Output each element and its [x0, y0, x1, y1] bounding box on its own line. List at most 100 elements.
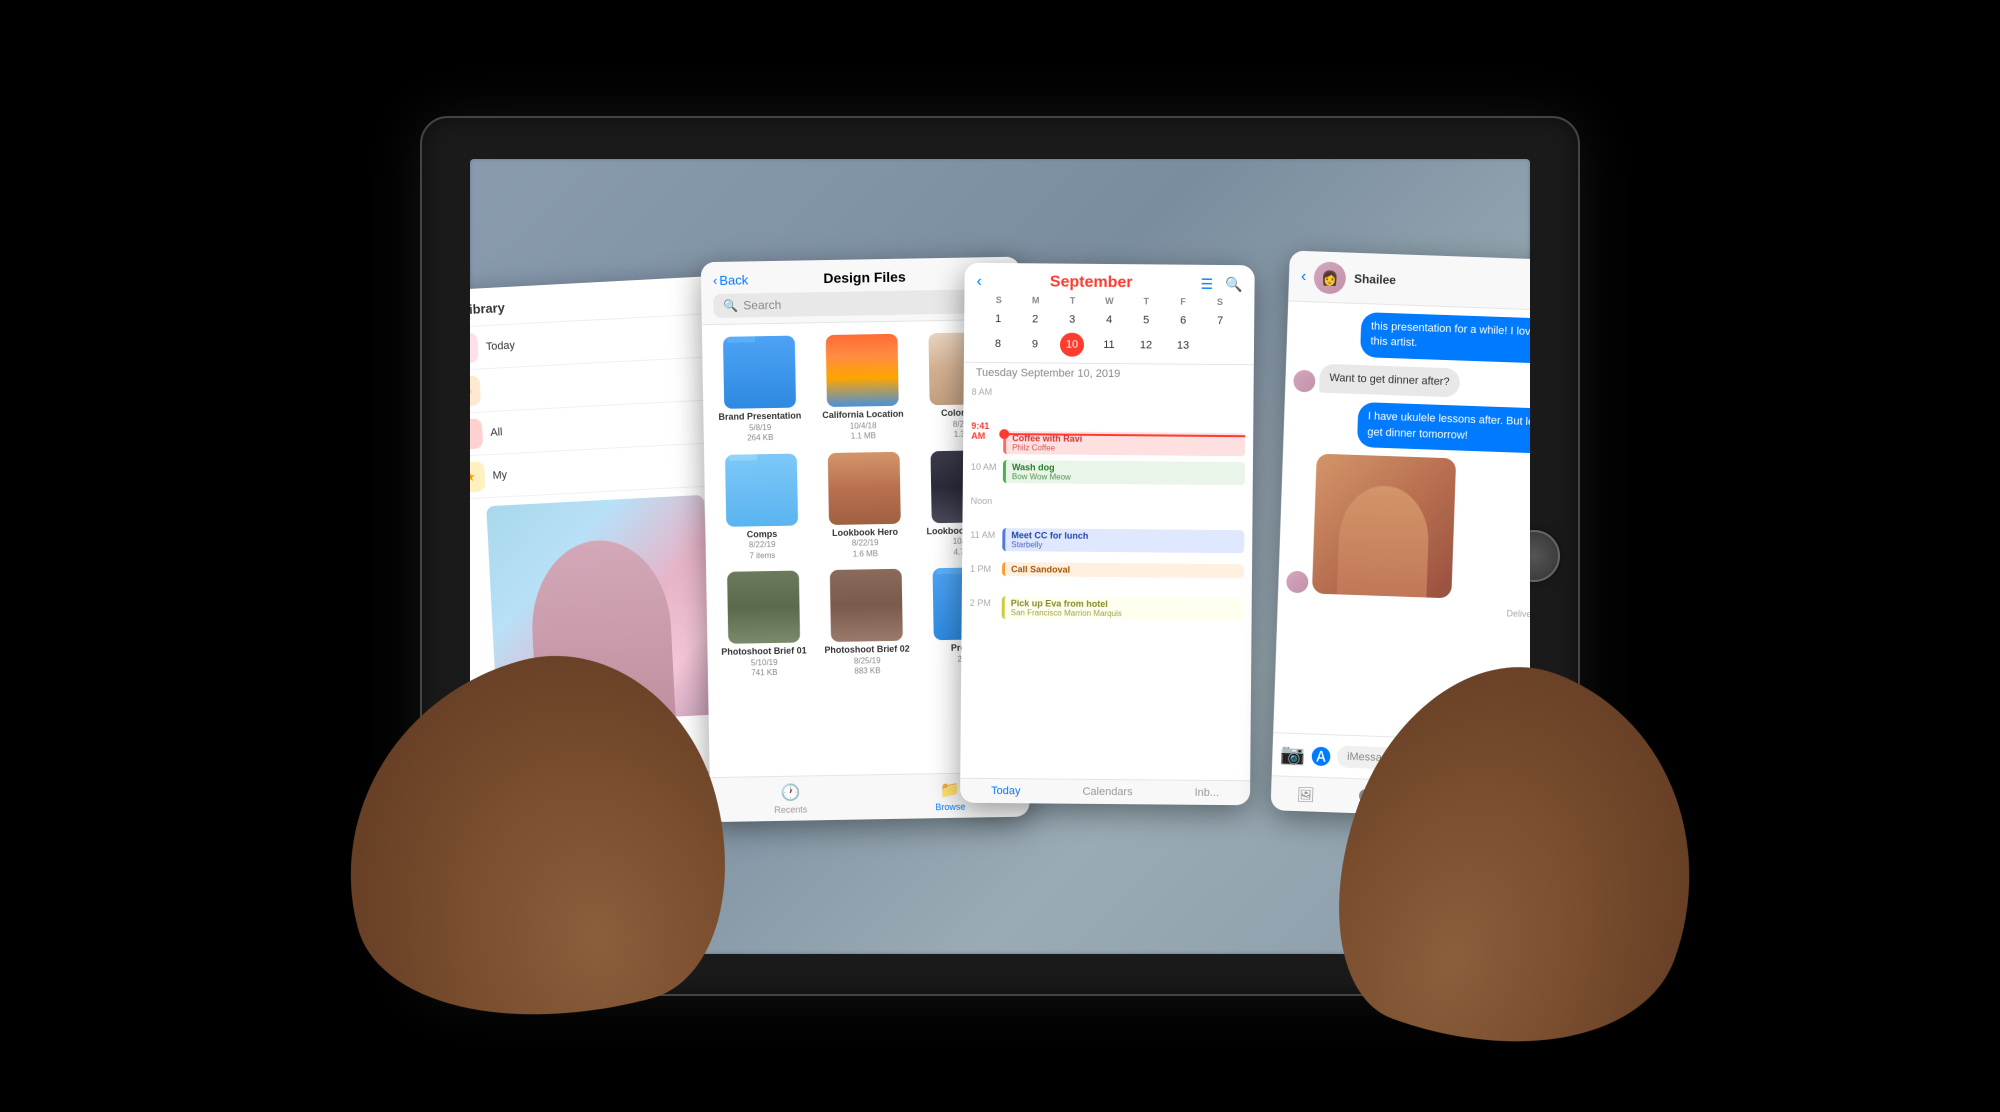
- music-all-label: All: [490, 426, 503, 439]
- cal-day-13[interactable]: 13: [1171, 333, 1195, 357]
- msg-sent-1-text: this presentation for a while! I love th…: [1370, 320, 1530, 349]
- cal-time-row-noon: Noon: [962, 491, 1252, 528]
- ipad-frame: ♫ Music ‹ Library ♫ Today: [420, 116, 1580, 996]
- cal-day-7[interactable]: 7: [1208, 308, 1232, 332]
- msg-recv-image: [1312, 453, 1456, 598]
- files-back-label: Back: [719, 271, 748, 287]
- msg-image-figure: [1337, 484, 1430, 597]
- messages-contact-info: Shailee: [1354, 271, 1530, 292]
- cal-day-6[interactable]: 6: [1171, 308, 1195, 332]
- cal-day-11[interactable]: 11: [1097, 332, 1121, 356]
- cal-event-sandoval[interactable]: Call Sandoval: [1002, 562, 1244, 578]
- msg-recv-1-text: Want to get dinner after?: [1329, 371, 1450, 387]
- messages-delivered-label: Delivered: [1285, 600, 1530, 619]
- calendar-nav: ‹ September ☰ 🔍: [976, 272, 1242, 292]
- cal-time-row-941: 9:41 AM Coffee with Ravi Philz Coffee: [963, 416, 1253, 460]
- cal-tab-inbox[interactable]: Inb...: [1195, 786, 1220, 798]
- cal-event-lunch[interactable]: Meet CC for lunch Starbelly: [1002, 528, 1244, 553]
- messages-back-button[interactable]: ‹: [1301, 267, 1307, 285]
- msg-sent-1: this presentation for a while! I love th…: [1360, 312, 1530, 364]
- music-header-title: Library: [470, 300, 505, 317]
- cal-time-1pm: 1 PM: [970, 561, 1002, 573]
- files-item-photoshoot-01[interactable]: Photoshoot Brief 01 5/10/19741 KB: [712, 566, 815, 683]
- calendar-month-title: September: [1050, 273, 1133, 292]
- music-radio-icon: ◉: [470, 375, 481, 407]
- cal-day-10-today[interactable]: 10: [1060, 332, 1084, 356]
- calendar-back-button[interactable]: ‹: [976, 272, 981, 290]
- files-item-meta-photoshoot-02: 8/25/19883 KB: [825, 655, 911, 677]
- files-item-name-brand: Brand Presentation: [718, 410, 801, 422]
- music-label-text: Music: [470, 275, 496, 276]
- cal-time-noon: Noon: [971, 493, 1003, 505]
- files-title: Design Files: [823, 268, 906, 285]
- files-item-meta-photoshoot-01: 5/10/19741 KB: [721, 657, 807, 679]
- cal-event-coffee-sub: Philz Coffee: [1012, 443, 1239, 454]
- cal-day-4[interactable]: 4: [1097, 307, 1121, 331]
- files-item-meta-california: 10/4/181.1 MB: [822, 420, 904, 442]
- msg-sent-2-wrap: I have ukulele lessons after. But let's …: [1291, 399, 1530, 453]
- files-thumb-lookbook-hero: [828, 451, 901, 524]
- msg-recv-1-wrap: Want to get dinner after?: [1293, 362, 1530, 401]
- msg-recv-avatar-1: [1293, 369, 1316, 392]
- cal-day-8[interactable]: 8: [986, 331, 1010, 355]
- music-my-label: My: [492, 469, 507, 482]
- cal-tab-today[interactable]: Today: [991, 785, 1020, 797]
- calendar-app-card[interactable]: 10 Calendar Today ‹ September ☰: [960, 262, 1255, 805]
- calendar-header: ‹ September ☰ 🔍 S M T W T: [964, 262, 1255, 365]
- files-item-name-photoshoot-02: Photoshoot Brief 02: [824, 643, 909, 655]
- cal-time-2pm: 2 PM: [970, 595, 1002, 607]
- cal-event-dog[interactable]: Wash dog Bow Wow Meow: [1003, 460, 1245, 485]
- calendar-date-label: Tuesday September 10, 2019: [964, 362, 1254, 385]
- messages-photos-icon[interactable]: 🖼: [1297, 785, 1315, 803]
- cal-day-5[interactable]: 5: [1134, 308, 1158, 332]
- files-tab-recents[interactable]: 🕐 Recents: [774, 782, 808, 815]
- files-recents-label: Recents: [774, 804, 807, 815]
- files-recents-icon: 🕐: [780, 782, 800, 802]
- music-today-label: Today: [486, 339, 516, 353]
- msg-recv-image-wrap: [1286, 452, 1530, 601]
- msg-recv-avatar-2: [1286, 570, 1309, 593]
- calendar-list-icon[interactable]: ☰: [1200, 275, 1213, 292]
- music-app-title: Music: [470, 275, 496, 276]
- files-item-lookbook-hero[interactable]: Lookbook Hero 8/22/191.6 MB: [813, 447, 916, 564]
- files-item-photoshoot-02[interactable]: Photoshoot Brief 02 8/25/19883 KB: [815, 564, 918, 681]
- files-item-california[interactable]: California Location 10/4/181.1 MB: [811, 329, 914, 446]
- messages-contact-name: Shailee: [1354, 271, 1530, 292]
- cal-day-header-m: M: [1017, 295, 1054, 305]
- avatar-emoji: 👩: [1321, 269, 1339, 287]
- cal-time-row-10am: 10 AM Wash dog Bow Wow Meow: [963, 457, 1253, 494]
- cal-time-11am: 11 AM: [970, 527, 1002, 539]
- files-thumb-california: [826, 333, 899, 406]
- files-back-button[interactable]: ‹ Back: [713, 271, 748, 287]
- cal-event-lunch-sub: Starbelly: [1011, 540, 1238, 551]
- msg-sent-1-wrap: this presentation for a while! I love th…: [1294, 309, 1530, 363]
- cal-event-eva[interactable]: Pick up Eva from hotel San Francisco Mar…: [1002, 596, 1244, 621]
- calendar-days-grid: 1 2 3 4 5 6 7 8 9 10 11 12 13: [976, 306, 1242, 357]
- calendar-events: 8 AM 9:41 AM Coffee with Ravi Philz Coff…: [962, 382, 1254, 630]
- cal-time-row-8am: 8 AM: [963, 382, 1253, 419]
- calendar-search-icon[interactable]: 🔍: [1225, 275, 1243, 292]
- cal-day-9[interactable]: 9: [1023, 332, 1047, 356]
- files-item-name-lookbook-hero: Lookbook Hero: [832, 526, 898, 538]
- messages-appstore-icon[interactable]: 🅐: [1311, 740, 1332, 770]
- cal-day-header-s1: S: [980, 294, 1017, 304]
- messages-camera-icon[interactable]: 📷: [1280, 741, 1306, 767]
- cal-day-1[interactable]: 1: [986, 306, 1010, 330]
- files-item-brand-presentation[interactable]: Brand Presentation 5/8/19264 KB: [708, 331, 811, 448]
- cal-day-12[interactable]: 12: [1134, 333, 1158, 357]
- files-thumb-photoshoot-02: [830, 568, 903, 641]
- cal-day-header-t1: T: [1054, 295, 1091, 305]
- cal-tab-calendars[interactable]: Calendars: [1082, 785, 1132, 797]
- cal-day-header-t2: T: [1128, 296, 1165, 306]
- files-item-name-comps: Comps: [747, 528, 778, 539]
- files-search-icon: 🔍: [723, 298, 738, 312]
- music-app-label: ♫ Music: [470, 275, 496, 281]
- cal-day-3[interactable]: 3: [1060, 307, 1084, 331]
- messages-chat-area: this presentation for a while! I love th…: [1277, 301, 1530, 631]
- files-item-meta-lookbook-hero: 8/22/191.6 MB: [832, 538, 898, 560]
- cal-day-2[interactable]: 2: [1023, 307, 1047, 331]
- files-thumb-comps: [725, 453, 798, 526]
- cal-day-header-s2: S: [1201, 296, 1238, 306]
- files-item-comps[interactable]: Comps 8/22/197 items: [710, 448, 813, 565]
- cal-time-941: 9:41 AM: [971, 418, 1003, 440]
